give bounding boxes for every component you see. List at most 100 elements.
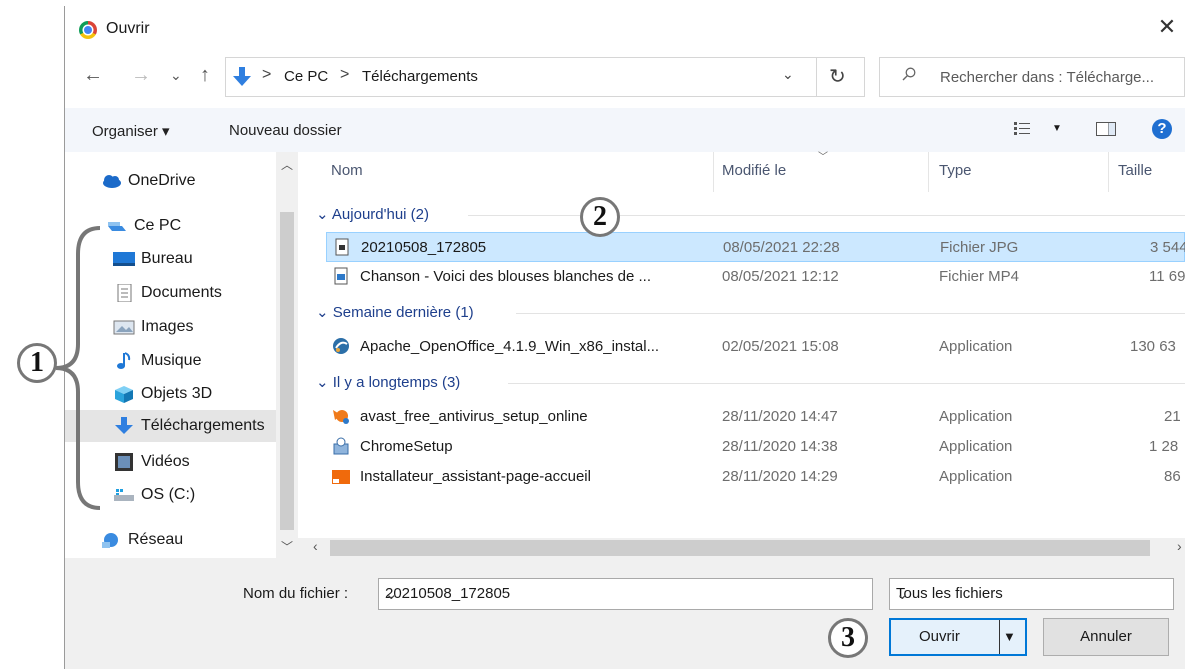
sidebar-item-objets-3d[interactable]: Objets 3D: [113, 378, 212, 410]
search-icon: [902, 67, 916, 81]
recent-locations-button[interactable]: ⌄: [170, 60, 182, 90]
document-icon: [117, 283, 132, 302]
sidebar-item-onedrive[interactable]: OneDrive: [100, 165, 196, 197]
sidebar-item-images[interactable]: Images: [113, 311, 193, 343]
file-size: 1 28: [1149, 438, 1179, 455]
open-options-dropdown-icon[interactable]: ▼: [1003, 629, 1016, 644]
navigation-scrollbar-thumb[interactable]: [280, 212, 294, 530]
sidebar-item-label: Ce PC: [134, 217, 182, 234]
sidebar-item-musique[interactable]: Musique: [113, 345, 201, 377]
sidebar-item-label: Vidéos: [141, 453, 190, 470]
file-row[interactable]: Chanson - Voici des blouses blanches de …: [326, 262, 1185, 292]
horizontal-scrollbar-thumb[interactable]: [330, 540, 1150, 556]
drive-icon: [114, 488, 134, 501]
sidebar-item-reseau[interactable]: Réseau: [100, 524, 183, 556]
view-dropdown-icon[interactable]: ▼: [1052, 123, 1062, 134]
file-row[interactable]: avast_free_antivirus_setup_online 28/11/…: [326, 402, 1185, 432]
chevron-down-icon[interactable]: ⌄: [896, 585, 1163, 603]
address-dropdown-button[interactable]: ⌄: [782, 66, 794, 83]
address-bar[interactable]: > Ce PC > Téléchargements ⌄ ↻: [225, 57, 865, 97]
openoffice-icon: [333, 338, 349, 354]
scroll-right-icon[interactable]: ›: [1177, 538, 1182, 554]
scroll-left-icon[interactable]: ‹: [313, 538, 318, 554]
column-header-size[interactable]: Taille: [1118, 162, 1152, 179]
sidebar-item-label: OneDrive: [128, 172, 196, 189]
annotation-bracket: [55, 226, 101, 510]
column-header-type[interactable]: Type: [939, 162, 972, 179]
file-size: 86: [1164, 468, 1181, 485]
sidebar-item-bureau[interactable]: Bureau: [113, 243, 193, 275]
breadcrumb-telechargements[interactable]: Téléchargements: [362, 68, 478, 85]
file-name: 20210508_172805: [361, 239, 487, 256]
download-arrow-icon: [233, 67, 251, 86]
back-button[interactable]: ←: [83, 60, 103, 90]
file-size: 11 69: [1149, 268, 1185, 285]
refresh-button[interactable]: ↻: [829, 64, 846, 89]
file-row[interactable]: ChromeSetup 28/11/2020 14:38 Application…: [326, 432, 1185, 462]
file-type: Application: [939, 438, 1013, 455]
split-divider: [999, 620, 1000, 654]
cancel-button[interactable]: Annuler: [1043, 618, 1169, 656]
scroll-down-icon[interactable]: ﹀: [281, 538, 293, 555]
sidebar-item-os-c[interactable]: OS (C:): [113, 479, 195, 511]
file-size: 21: [1164, 408, 1181, 425]
file-type-select[interactable]: Tous les fichiers ⌄: [889, 578, 1174, 610]
file-name: ChromeSetup: [360, 438, 453, 455]
sidebar-item-documents[interactable]: Documents: [113, 277, 222, 309]
column-header-name[interactable]: Nom: [331, 162, 363, 179]
music-icon: [117, 351, 131, 369]
filename-label: Nom du fichier :: [243, 585, 349, 602]
video-icon: [115, 452, 133, 471]
view-options-icon[interactable]: [1014, 121, 1030, 137]
file-list: ﹀ Nom Modifié le Type Taille ⌄ Aujourd'h…: [298, 152, 1185, 558]
group-header-last-week[interactable]: ⌄ Semaine dernière (1): [316, 303, 474, 321]
file-size: 3 544: [1150, 239, 1185, 256]
file-row[interactable]: Apache_OpenOffice_4.1.9_Win_x86_instal..…: [326, 332, 1185, 362]
file-name: Chanson - Voici des blouses blanches de …: [360, 268, 652, 285]
sidebar-item-label: Documents: [141, 284, 222, 301]
column-separator[interactable]: [713, 152, 714, 192]
file-row[interactable]: Installateur_assistant-page-accueil 28/1…: [326, 462, 1185, 492]
file-row[interactable]: 20210508_172805 08/05/2021 22:28 Fichier…: [326, 232, 1185, 262]
preview-pane-icon[interactable]: [1096, 122, 1116, 136]
sidebar-item-label: Images: [141, 318, 194, 335]
cube-icon: [115, 385, 133, 403]
group-header-today[interactable]: ⌄ Aujourd'hui (2): [316, 205, 429, 223]
open-button-label: Ouvrir: [919, 628, 960, 645]
sidebar-item-videos[interactable]: Vidéos: [113, 446, 190, 478]
file-type: Application: [939, 408, 1013, 425]
breadcrumb-ce-pc[interactable]: Ce PC: [284, 68, 328, 85]
open-button[interactable]: Ouvrir ▼: [889, 618, 1027, 656]
cloud-icon: [103, 174, 121, 188]
breadcrumb-separator: >: [262, 66, 272, 83]
image-file-icon: [335, 238, 349, 256]
column-separator[interactable]: [1108, 152, 1109, 192]
sidebar-item-label: Bureau: [141, 250, 193, 267]
up-button[interactable]: ↑: [200, 60, 210, 90]
sidebar-item-label: OS (C:): [141, 486, 196, 503]
help-icon[interactable]: ?: [1152, 119, 1172, 139]
forward-button[interactable]: →: [131, 60, 151, 90]
organize-button[interactable]: Organiser ▾: [92, 122, 170, 140]
sidebar-item-label: Réseau: [128, 531, 184, 548]
chevron-down-icon[interactable]: ⌄: [385, 585, 862, 603]
file-type: Fichier JPG: [940, 239, 1019, 256]
group-label: Il y a longtemps (3): [332, 374, 461, 391]
file-name: avast_free_antivirus_setup_online: [360, 408, 588, 425]
desktop-icon: [113, 251, 135, 266]
scroll-up-icon[interactable]: ︿: [281, 156, 293, 173]
sidebar-item-label: Musique: [141, 352, 202, 369]
search-input[interactable]: Rechercher dans : Télécharge...: [879, 57, 1185, 97]
file-name: Apache_OpenOffice_4.1.9_Win_x86_instal..…: [360, 338, 660, 355]
column-header-modified[interactable]: Modifié le: [722, 162, 786, 179]
filename-input[interactable]: 20210508_172805 ⌄: [378, 578, 873, 610]
sidebar-item-ce-pc[interactable]: Ce PC: [106, 210, 181, 242]
group-divider: [508, 383, 1185, 384]
group-header-long-ago[interactable]: ⌄ Il y a longtemps (3): [316, 373, 460, 391]
column-separator[interactable]: [928, 152, 929, 192]
close-button[interactable]: ✕: [1155, 16, 1179, 40]
video-file-icon: [334, 267, 348, 285]
file-type: Application: [939, 338, 1013, 355]
new-folder-button[interactable]: Nouveau dossier: [229, 122, 342, 139]
file-modified: 28/11/2020 14:29: [722, 468, 838, 485]
